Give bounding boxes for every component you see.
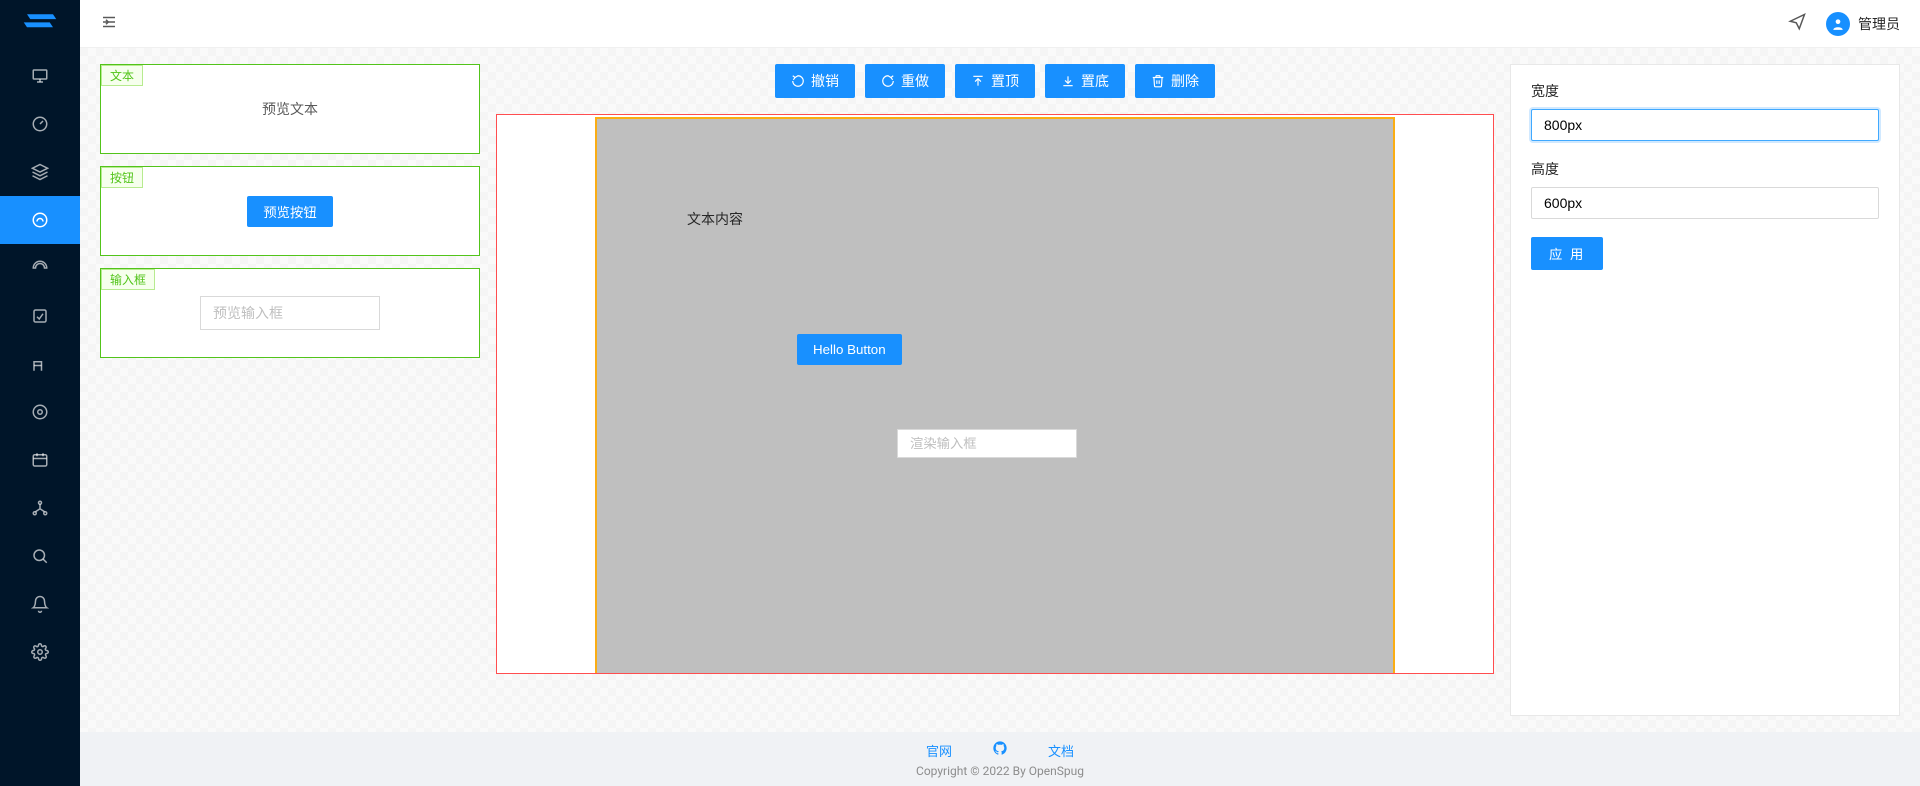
to-bottom-label: 置底 <box>1081 71 1109 91</box>
preview-input: 预览输入框 <box>200 296 380 330</box>
user-menu[interactable]: 管理员 <box>1826 12 1900 36</box>
sidebar-item-3[interactable] <box>0 148 80 196</box>
footer: 官网 文档 Copyright © 2022 By OpenSpug <box>80 732 1920 786</box>
apply-button[interactable]: 应 用 <box>1531 237 1603 270</box>
undo-icon <box>791 74 805 88</box>
canvas-input-element[interactable] <box>897 429 1077 458</box>
to-top-label: 置顶 <box>991 71 1019 91</box>
undo-label: 撤销 <box>811 71 839 91</box>
canvas-button-element[interactable]: Hello Button <box>797 334 902 365</box>
sidebar-item-12[interactable] <box>0 580 80 628</box>
sidebar-item-6[interactable] <box>0 292 80 340</box>
canvas[interactable]: 文本内容 Hello Button <box>595 117 1395 674</box>
widget-tag: 按钮 <box>101 167 143 188</box>
github-icon <box>992 740 1008 756</box>
sidebar-item-11[interactable] <box>0 532 80 580</box>
sidebar-item-2[interactable] <box>0 100 80 148</box>
delete-button[interactable]: 删除 <box>1135 64 1215 98</box>
height-input[interactable] <box>1531 187 1879 219</box>
delete-label: 删除 <box>1171 71 1199 91</box>
redo-label: 重做 <box>901 71 929 91</box>
footer-link-official[interactable]: 官网 <box>926 741 952 760</box>
send-to-bottom-button[interactable]: 置底 <box>1045 64 1125 98</box>
toolbar: 撤销 重做 置顶 置底 <box>775 64 1215 98</box>
preview-button: 预览按钮 <box>247 196 332 227</box>
delete-icon <box>1151 74 1165 88</box>
widget-palette: 文本 预览文本 按钮 预览按钮 输入框 预览输入框 <box>100 64 480 716</box>
widget-tag: 文本 <box>101 65 143 86</box>
height-label: 高度 <box>1531 159 1879 179</box>
username-label: 管理员 <box>1858 14 1900 34</box>
width-input[interactable] <box>1531 109 1879 141</box>
undo-button[interactable]: 撤销 <box>775 64 855 98</box>
copyright: Copyright © 2022 By OpenSpug <box>916 764 1084 778</box>
properties-panel: 宽度 高度 应 用 <box>1510 64 1900 716</box>
collapse-menu-icon[interactable] <box>100 13 118 35</box>
widget-tag: 输入框 <box>101 269 155 290</box>
sidebar-item-1[interactable] <box>0 52 80 100</box>
sidebar-item-7[interactable] <box>0 340 80 388</box>
content: 文本 预览文本 按钮 预览按钮 输入框 预览输入框 撤销 <box>80 48 1920 732</box>
sidebar-item-13[interactable] <box>0 628 80 676</box>
avatar <box>1826 12 1850 36</box>
to-bottom-icon <box>1061 74 1075 88</box>
canvas-viewport: 文本内容 Hello Button <box>496 114 1494 674</box>
sidebar-item-10[interactable] <box>0 484 80 532</box>
canvas-text-element[interactable]: 文本内容 <box>687 209 743 229</box>
preview-text: 预览文本 <box>262 99 318 119</box>
redo-icon <box>881 74 895 88</box>
canvas-area: 撤销 重做 置顶 置底 <box>496 64 1494 716</box>
widget-button[interactable]: 按钮 预览按钮 <box>100 166 480 256</box>
bring-to-top-button[interactable]: 置顶 <box>955 64 1035 98</box>
width-label: 宽度 <box>1531 81 1879 101</box>
logo <box>16 8 64 40</box>
to-top-icon <box>971 74 985 88</box>
footer-link-github[interactable] <box>992 740 1008 760</box>
widget-input[interactable]: 输入框 预览输入框 <box>100 268 480 358</box>
sidebar-item-9[interactable] <box>0 436 80 484</box>
sidebar-item-8[interactable] <box>0 388 80 436</box>
notification-icon[interactable] <box>1788 13 1806 35</box>
widget-text[interactable]: 文本 预览文本 <box>100 64 480 154</box>
footer-link-docs[interactable]: 文档 <box>1048 741 1074 760</box>
sidebar <box>0 0 80 786</box>
redo-button[interactable]: 重做 <box>865 64 945 98</box>
sidebar-item-4-active[interactable] <box>0 196 80 244</box>
sidebar-item-5[interactable] <box>0 244 80 292</box>
header: 管理员 <box>80 0 1920 48</box>
